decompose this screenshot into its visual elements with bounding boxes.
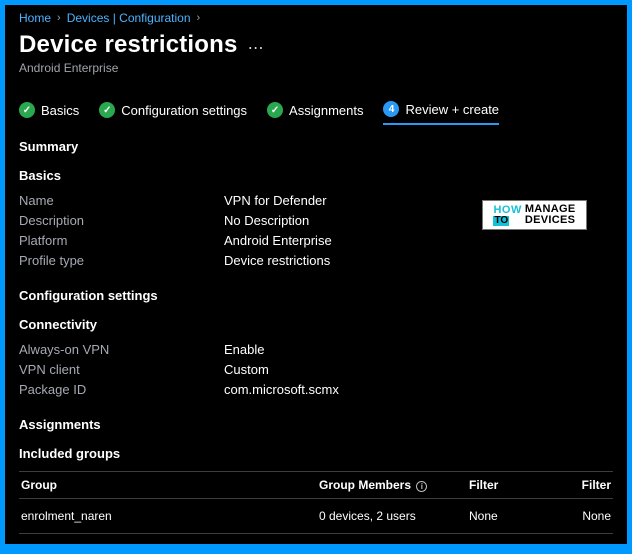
- tab-label: Review + create: [405, 102, 499, 117]
- chevron-right-icon: ›: [197, 12, 201, 24]
- assignments-heading: Assignments: [19, 417, 613, 432]
- wizard-tabs: Basics Configuration settings Assignment…: [19, 101, 613, 125]
- connectivity-heading: Connectivity: [19, 317, 613, 332]
- kv-key: VPN client: [19, 362, 224, 377]
- tab-review-create[interactable]: 4 Review + create: [383, 101, 499, 125]
- basics-heading: Basics: [19, 168, 613, 183]
- kv-platform: Platform Android Enterprise: [19, 233, 613, 248]
- check-icon: [267, 102, 283, 118]
- kv-value: Enable: [224, 342, 264, 357]
- summary-heading: Summary: [19, 139, 613, 154]
- tab-basics[interactable]: Basics: [19, 101, 79, 125]
- kv-value: Custom: [224, 362, 269, 377]
- breadcrumb-home[interactable]: Home: [19, 11, 51, 25]
- step-number-icon: 4: [383, 101, 399, 117]
- table-header-row: Group Group Members i Filter Filter: [19, 471, 613, 499]
- tab-label: Configuration settings: [121, 103, 247, 118]
- tab-assignments[interactable]: Assignments: [267, 101, 363, 125]
- kv-package-id: Package ID com.microsoft.scmx: [19, 382, 613, 397]
- kv-value: com.microsoft.scmx: [224, 382, 339, 397]
- page-subtitle: Android Enterprise: [19, 61, 613, 75]
- table-row: enrolment_naren 0 devices, 2 users None …: [19, 499, 613, 534]
- tab-label: Basics: [41, 103, 79, 118]
- kv-key: Always-on VPN: [19, 342, 224, 357]
- included-groups-table: Group Group Members i Filter Filter enro…: [19, 471, 613, 534]
- col-header-group: Group: [19, 478, 319, 492]
- col-header-members: Group Members i: [319, 478, 469, 492]
- tab-configuration-settings[interactable]: Configuration settings: [99, 101, 247, 125]
- chevron-right-icon: ›: [57, 12, 61, 24]
- cell-filter: None: [469, 509, 569, 523]
- kv-key: Name: [19, 193, 224, 208]
- tab-label: Assignments: [289, 103, 363, 118]
- more-actions-button[interactable]: ⋯: [248, 32, 264, 58]
- kv-value: Device restrictions: [224, 253, 330, 268]
- kv-value: No Description: [224, 213, 309, 228]
- kv-value: Android Enterprise: [224, 233, 332, 248]
- kv-profile-type: Profile type Device restrictions: [19, 253, 613, 268]
- kv-always-on-vpn: Always-on VPN Enable: [19, 342, 613, 357]
- col-header-filter2: Filter: [569, 478, 613, 492]
- cell-group: enrolment_naren: [19, 509, 319, 523]
- info-icon[interactable]: i: [416, 481, 427, 492]
- included-groups-heading: Included groups: [19, 446, 613, 461]
- cell-members: 0 devices, 2 users: [319, 509, 469, 523]
- breadcrumb-devices-config[interactable]: Devices | Configuration: [67, 11, 191, 25]
- breadcrumb: Home › Devices | Configuration ›: [19, 11, 613, 25]
- kv-key: Platform: [19, 233, 224, 248]
- col-header-filter: Filter: [469, 478, 569, 492]
- kv-key: Package ID: [19, 382, 224, 397]
- kv-key: Description: [19, 213, 224, 228]
- check-icon: [19, 102, 35, 118]
- check-icon: [99, 102, 115, 118]
- page-title: Device restrictions: [19, 31, 238, 59]
- watermark-logo: HOW TO MANAGE DEVICES: [482, 200, 587, 230]
- kv-key: Profile type: [19, 253, 224, 268]
- config-settings-heading: Configuration settings: [19, 288, 613, 303]
- cell-filter2: None: [569, 509, 613, 523]
- kv-vpn-client: VPN client Custom: [19, 362, 613, 377]
- kv-value: VPN for Defender: [224, 193, 327, 208]
